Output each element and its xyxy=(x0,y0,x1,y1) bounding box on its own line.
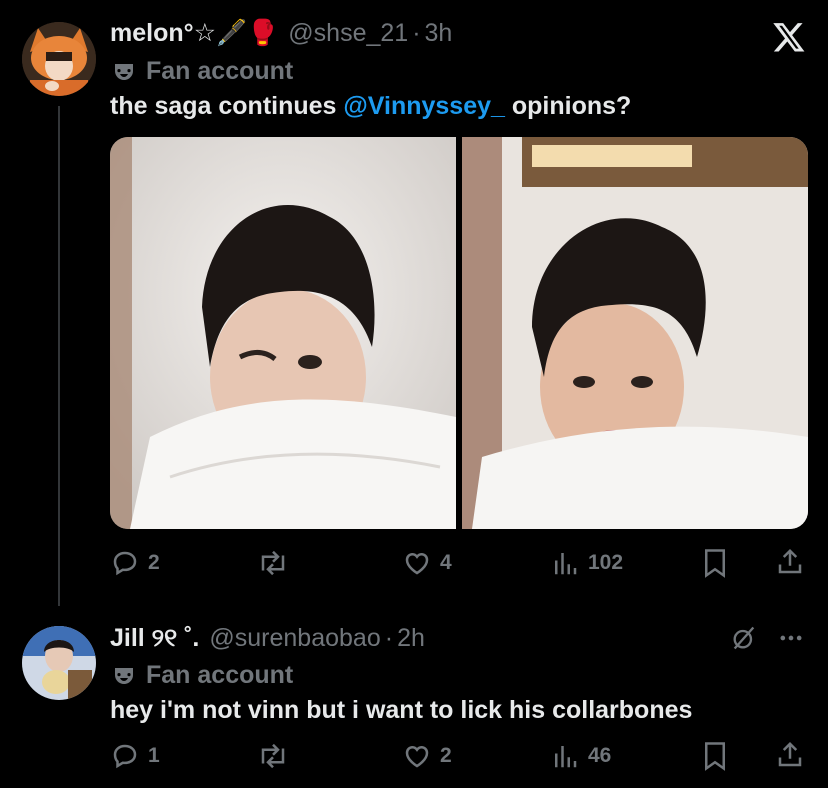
avatar-melon[interactable] xyxy=(22,22,96,96)
share-icon[interactable] xyxy=(775,739,805,771)
meta-separator: · xyxy=(384,624,394,652)
meta-separator: · xyxy=(412,18,421,47)
avatar-image xyxy=(22,22,96,96)
heart-icon xyxy=(402,548,432,578)
thread-connector-line xyxy=(58,106,60,606)
retweet-button[interactable] xyxy=(256,548,298,578)
view-count: 102 xyxy=(588,551,624,574)
tweet-text: hey i'm not vinn but i want to lick his … xyxy=(110,696,693,724)
account-label: Fan account xyxy=(146,661,294,689)
bookmark-icon[interactable] xyxy=(702,548,728,578)
share-icon[interactable] xyxy=(775,546,805,578)
tweet-timestamp[interactable]: 3h xyxy=(425,19,453,48)
more-dots-icon[interactable] xyxy=(776,624,806,652)
author-display-name[interactable]: Jill ୨୧ ˚. xyxy=(110,624,199,653)
avatar-jill[interactable] xyxy=(22,626,96,700)
media-grid[interactable] xyxy=(110,137,808,529)
avatar-image xyxy=(22,626,96,700)
comment-icon xyxy=(110,548,140,578)
bookmark-icon[interactable] xyxy=(702,741,728,771)
photo-2[interactable] xyxy=(462,137,808,529)
photo-divider xyxy=(456,137,462,529)
comment-icon xyxy=(110,741,140,771)
tweet-text-end: opinions? xyxy=(511,92,632,120)
reply-count: 1 xyxy=(148,744,160,767)
retweet-icon xyxy=(256,548,290,578)
reply-button[interactable]: 1 xyxy=(110,741,160,771)
theater-mask-icon xyxy=(112,60,136,84)
tweet-timestamp[interactable]: 2h xyxy=(397,624,425,653)
retweet-icon xyxy=(256,741,290,771)
tweet-text-start: the saga continues xyxy=(110,92,337,120)
mention-link[interactable]: @Vinnyssey_ xyxy=(343,92,505,120)
like-count: 2 xyxy=(440,744,452,767)
account-label: Fan account xyxy=(146,57,294,85)
like-button[interactable]: 4 xyxy=(402,548,452,578)
view-count: 46 xyxy=(588,744,612,767)
bar-chart-icon xyxy=(550,548,580,578)
author-handle[interactable]: @surenbaobao xyxy=(209,624,380,653)
theater-mask-icon xyxy=(112,664,136,688)
tweet-text: the saga continues @Vinnyssey_ opinions? xyxy=(110,92,631,121)
reply-count: 2 xyxy=(148,551,160,574)
photo-1[interactable] xyxy=(110,137,456,529)
like-count: 4 xyxy=(440,551,452,574)
heart-icon xyxy=(402,741,432,771)
like-button[interactable]: 2 xyxy=(402,741,452,771)
author-handle[interactable]: @shse_21 xyxy=(288,19,408,48)
views-button[interactable]: 46 xyxy=(550,741,611,771)
bar-chart-icon xyxy=(550,741,580,771)
views-button[interactable]: 102 xyxy=(550,548,623,578)
grok-icon[interactable] xyxy=(730,624,758,652)
author-display-name[interactable]: melon°☆🖋️🥊 xyxy=(110,18,278,48)
retweet-button[interactable] xyxy=(256,741,298,771)
reply-button[interactable]: 2 xyxy=(110,548,160,578)
x-logo-icon[interactable] xyxy=(772,20,806,54)
